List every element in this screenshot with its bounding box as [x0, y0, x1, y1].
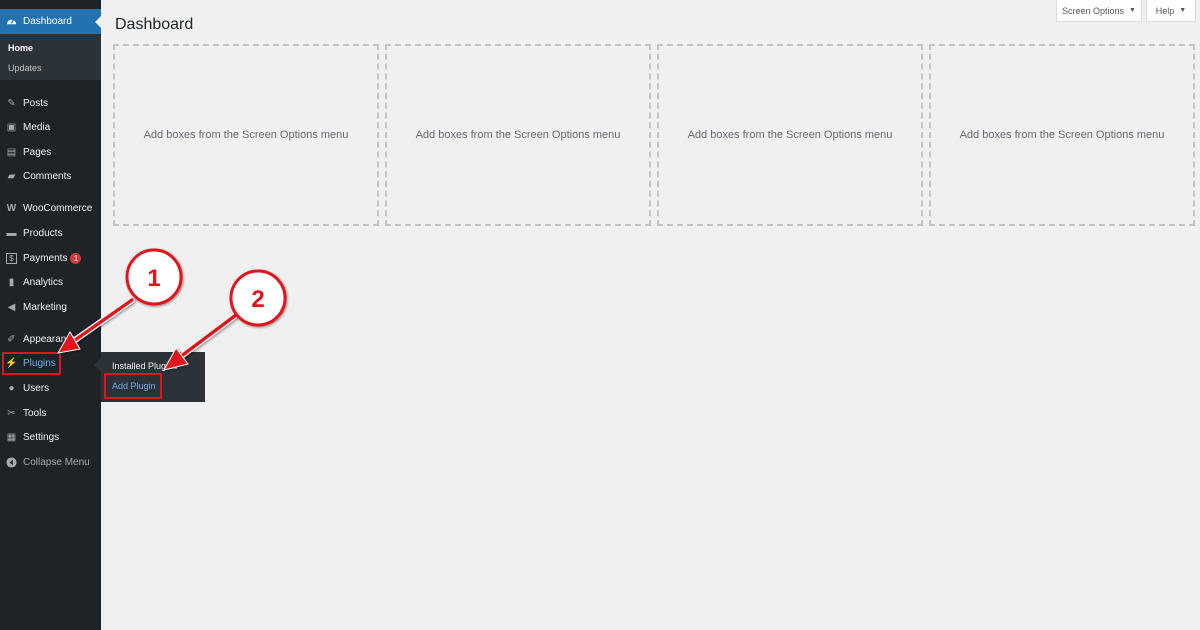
- empty-dashboard-box: Add boxes from the Screen Options menu: [657, 44, 923, 226]
- notification-badge: 1: [70, 252, 82, 264]
- sidebar-item-label: Products: [23, 227, 63, 239]
- box-placeholder-text: Add boxes from the Screen Options menu: [687, 129, 893, 141]
- woocommerce-icon: W: [6, 202, 17, 214]
- sidebar-item-label: Comments: [23, 170, 72, 182]
- caret-down-icon: ▼: [1179, 7, 1187, 14]
- step-number: 1: [147, 265, 160, 292]
- sidebar-item-label: Appearance: [23, 333, 77, 345]
- dashboard-submenu: Home Updates: [0, 34, 101, 80]
- sidebar-item-label: Marketing: [23, 301, 67, 313]
- sidebar-item-comments[interactable]: ▰ Comments: [0, 165, 101, 187]
- sidebar-item-label: Users: [23, 382, 50, 394]
- sidebar-item-media[interactable]: ▣ Media: [0, 116, 101, 138]
- add-plugin-highlight: [104, 373, 162, 399]
- sidebar-item-label: Media: [23, 121, 51, 133]
- submenu-item-updates[interactable]: Updates: [8, 63, 42, 73]
- sidebar-item-users[interactable]: ● Users: [0, 377, 101, 399]
- sidebar-item-analytics[interactable]: ▮ Analytics: [0, 271, 101, 293]
- sidebar-item-label: WooCommerce: [23, 202, 93, 214]
- empty-dashboard-box: Add boxes from the Screen Options menu: [929, 44, 1195, 226]
- screen-options-button[interactable]: Screen Options ▼: [1056, 0, 1142, 22]
- step-marker-1: 1: [125, 248, 183, 306]
- sidebar-item-marketing[interactable]: ◀ Marketing: [0, 296, 101, 318]
- media-icon: ▣: [6, 121, 17, 133]
- users-icon: ●: [8, 382, 15, 394]
- sidebar-item-label: Tools: [23, 407, 47, 419]
- sidebar-item-appearance[interactable]: ✐ Appearance: [0, 328, 101, 350]
- step-number: 2: [251, 286, 264, 313]
- sidebar-item-products[interactable]: ▬ Products: [0, 222, 101, 244]
- wrench-icon: ✂: [7, 407, 16, 419]
- caret-down-icon: ▼: [1129, 7, 1136, 14]
- sidebar-item-label: Posts: [23, 97, 49, 109]
- help-button[interactable]: Help ▼: [1146, 0, 1196, 22]
- collapse-icon: [6, 456, 17, 468]
- sidebar-item-tools[interactable]: ✂ Tools: [0, 402, 101, 424]
- step-marker-2: 2: [229, 269, 287, 327]
- sidebar-item-label: Payments: [23, 252, 68, 264]
- admin-sidebar: Dashboard Home Updates ✎ Posts ▣ Media ▤…: [0, 0, 101, 630]
- brush-icon: ✐: [7, 333, 16, 345]
- collapse-menu-button[interactable]: Collapse Menu: [0, 451, 101, 473]
- empty-dashboard-box: Add boxes from the Screen Options menu: [113, 44, 379, 226]
- sidebar-item-payments[interactable]: $ Payments 1: [0, 247, 101, 269]
- megaphone-icon: ◀: [7, 301, 16, 313]
- help-label: Help: [1155, 5, 1175, 16]
- submenu-item-home[interactable]: Home: [8, 43, 33, 53]
- box-placeholder-text: Add boxes from the Screen Options menu: [143, 129, 349, 141]
- sidebar-item-posts[interactable]: ✎ Posts: [0, 92, 101, 114]
- flyout-item-installed-plugins[interactable]: Installed Plugins: [112, 361, 178, 371]
- sidebar-item-label: Analytics: [23, 276, 64, 288]
- sidebar-item-woocommerce[interactable]: W WooCommerce: [0, 197, 101, 219]
- comments-icon: ▰: [7, 170, 16, 182]
- empty-dashboard-box: Add boxes from the Screen Options menu: [385, 44, 651, 226]
- plugins-highlight: [2, 352, 61, 375]
- payments-icon: $: [6, 252, 17, 264]
- sidebar-item-label: Pages: [23, 146, 52, 158]
- pages-icon: ▤: [6, 146, 17, 158]
- box-placeholder-text: Add boxes from the Screen Options menu: [415, 129, 621, 141]
- products-icon: ▬: [6, 227, 17, 239]
- analytics-icon: ▮: [8, 276, 15, 288]
- screen-options-label: Screen Options: [1062, 5, 1125, 16]
- page-title: Dashboard: [115, 16, 194, 33]
- dashboard-icon: [6, 19, 17, 25]
- collapse-menu-label: Collapse Menu: [23, 456, 90, 468]
- box-placeholder-text: Add boxes from the Screen Options menu: [959, 129, 1165, 141]
- sidebar-item-dashboard[interactable]: Dashboard: [0, 9, 101, 34]
- sidebar-item-pages[interactable]: ▤ Pages: [0, 141, 101, 163]
- flyout-pointer: [94, 358, 101, 372]
- sidebar-item-label: Dashboard: [23, 16, 72, 27]
- settings-icon: ▦: [6, 431, 17, 443]
- pin-icon: ✎: [7, 97, 16, 109]
- sidebar-item-label: Settings: [23, 431, 60, 443]
- sidebar-item-settings[interactable]: ▦ Settings: [0, 426, 101, 448]
